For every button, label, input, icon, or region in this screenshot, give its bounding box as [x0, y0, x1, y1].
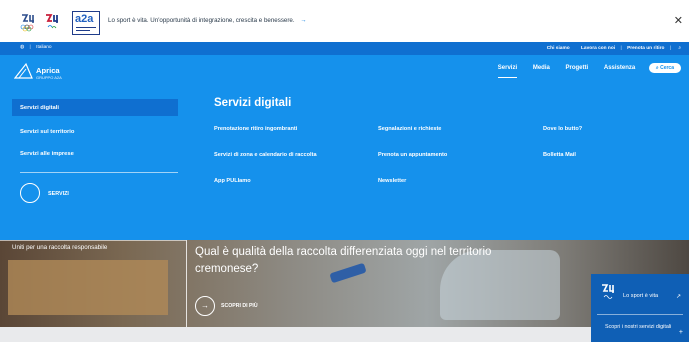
- link-dove-lo-butto[interactable]: Dove lo butto?: [543, 126, 582, 132]
- promo-message[interactable]: Lo sport è vita. Un'opportunità di integ…: [108, 17, 307, 24]
- aprica-logo[interactable]: Aprica GRUPPO A2A: [14, 61, 74, 80]
- arrow-right-icon[interactable]: →: [300, 17, 306, 24]
- separator: |: [669, 46, 671, 51]
- link-prenota-appuntamento[interactable]: Prenota un appuntamento: [378, 152, 447, 158]
- floating-card-services-link[interactable]: Scopri i nostri servizi digitali: [605, 324, 673, 331]
- hero-banner: Uniti per una raccolta responsabile Qual…: [0, 240, 689, 327]
- link-app-puliamo[interactable]: App PULIamo: [214, 178, 251, 184]
- mega-menu: Servizi digitali Servizi sul territorio …: [0, 85, 689, 240]
- brand-name: Aprica: [36, 66, 60, 75]
- link-servizi-zona-calendario[interactable]: Servizi di zona e calendario di raccolta: [214, 152, 317, 158]
- mega-menu-title: Servizi digitali: [214, 97, 292, 109]
- nav-item-media[interactable]: Media: [533, 65, 550, 71]
- hero-title: Qual è qualità della raccolta differenzi…: [195, 246, 492, 275]
- milano-cortina-paralympic-logo: [46, 14, 58, 29]
- servizi-link[interactable]: SERVIZI: [48, 191, 69, 197]
- divider: [186, 240, 187, 327]
- milano-cortina-olympic-logo: [20, 14, 34, 32]
- a2a-logo: a2a: [72, 11, 100, 35]
- external-arrow-icon[interactable]: ↗: [676, 293, 681, 300]
- link-chi-siamo[interactable]: Chi siamo: [547, 46, 570, 51]
- link-prenota-ritiro[interactable]: Prenota un ritiro: [627, 46, 664, 51]
- promo-text: Lo sport è vita. Un'opportunità di integ…: [108, 17, 295, 24]
- separator: |: [29, 45, 31, 50]
- scopri-di-piu-link[interactable]: SCOPRI DI PIÙ: [221, 303, 258, 309]
- hero-caption: Uniti per una raccolta responsabile: [12, 244, 108, 251]
- link-prenotazione-ritiro[interactable]: Prenotazione ritiro ingombranti: [214, 126, 297, 132]
- link-segnalazioni[interactable]: Segnalazioni e richieste: [378, 126, 441, 132]
- sidebar-item-servizi-imprese[interactable]: Servizi alle imprese: [12, 145, 178, 162]
- search-icon[interactable]: ⌕: [678, 46, 681, 51]
- sidebar-item-servizi-territorio[interactable]: Servizi sul territorio: [12, 123, 178, 140]
- nav-items: Servizi Media Progetti Assistenza ⌕ Cerc…: [484, 63, 681, 78]
- brand-subtitle: GRUPPO A2A: [36, 75, 62, 80]
- link-lavora-con-noi[interactable]: Lavora con noi: [581, 46, 615, 51]
- main-navigation: Aprica GRUPPO A2A Servizi Media Progetti…: [0, 55, 689, 85]
- milano-cortina-logo-icon: [602, 284, 614, 299]
- plus-icon[interactable]: +: [679, 329, 683, 336]
- link-newsletter[interactable]: Newsletter: [378, 178, 406, 184]
- nav-item-servizi[interactable]: Servizi: [497, 65, 518, 78]
- close-icon[interactable]: ✕: [674, 14, 683, 27]
- divider: [20, 172, 178, 173]
- utility-bar: ◍ | Italiano Chi siamo Lavora con noi | …: [0, 42, 689, 55]
- hero-image-detail: [8, 260, 168, 315]
- language-label[interactable]: Italiano: [36, 45, 51, 50]
- promo-banner: a2a Lo sport è vita. Un'opportunità di i…: [0, 0, 689, 42]
- utility-links: Chi siamo Lavora con noi | Prenota un ri…: [537, 45, 681, 51]
- search-button[interactable]: ⌕ Cerca: [648, 63, 681, 73]
- page-content-background: [0, 327, 689, 342]
- nav-item-progetti[interactable]: Progetti: [566, 65, 589, 71]
- floating-card-text[interactable]: Lo sport è vita: [623, 293, 658, 299]
- nav-item-assistenza[interactable]: Assistenza: [604, 65, 635, 71]
- globe-icon: ◍: [20, 45, 25, 50]
- language-selector[interactable]: ◍ | Italiano: [20, 45, 52, 50]
- aprica-logo-mark: [14, 62, 33, 79]
- link-bolletta-mail[interactable]: Bolletta Mail: [543, 152, 576, 158]
- divider: [0, 240, 186, 241]
- search-button-label: Cerca: [660, 65, 674, 71]
- a2a-logo-text: a2a: [75, 13, 94, 25]
- floating-card[interactable]: Lo sport è vita ↗ Scopri i nostri serviz…: [591, 274, 689, 342]
- arrow-right-icon[interactable]: →: [195, 296, 215, 316]
- search-icon: ⌕: [655, 65, 659, 71]
- servizi-circle-icon[interactable]: [20, 183, 40, 203]
- separator: |: [620, 46, 622, 51]
- divider: [597, 314, 683, 315]
- sidebar-item-servizi-digitali[interactable]: Servizi digitali: [12, 99, 178, 116]
